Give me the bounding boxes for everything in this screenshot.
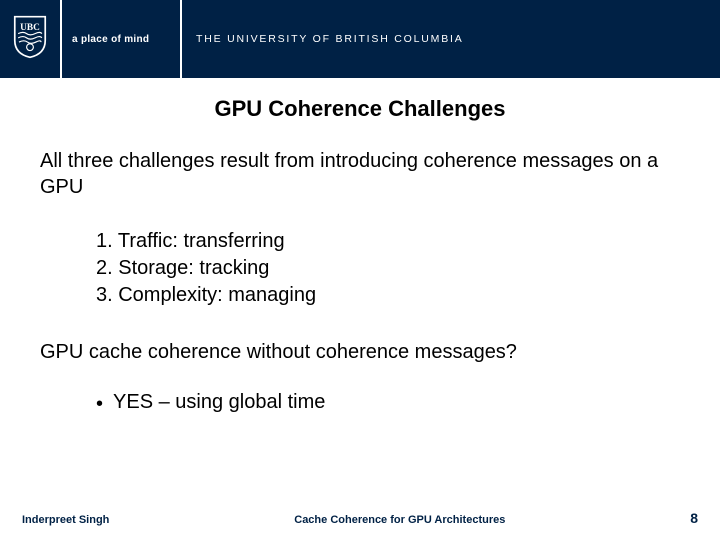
answer-text: YES – using global time xyxy=(113,391,325,414)
tagline-text: a place of mind xyxy=(72,34,149,45)
svg-text:UBC: UBC xyxy=(20,23,40,33)
footer-subject: Cache Coherence for GPU Architectures xyxy=(109,514,690,526)
list-item: 2. Storage: tracking xyxy=(96,255,680,282)
footer: Inderpreet Singh Cache Coherence for GPU… xyxy=(0,510,720,526)
intro-text: All three challenges result from introdu… xyxy=(40,148,680,200)
answer-bullet-row: • YES – using global time xyxy=(96,391,680,417)
ubc-crest-icon: UBC xyxy=(13,15,47,64)
slide: UBC a place of mind THE UNIVERSITY OF BR… xyxy=(0,0,720,540)
university-name: THE UNIVERSITY OF BRITISH COLUMBIA xyxy=(196,33,464,45)
bullet-icon: • xyxy=(96,391,103,417)
slide-title: GPU Coherence Challenges xyxy=(40,96,680,122)
answer-block: • YES – using global time xyxy=(96,391,680,417)
numbered-list: 1. Traffic: transferring 2. Storage: tra… xyxy=(96,228,680,309)
footer-page-number: 8 xyxy=(690,510,698,526)
footer-author: Inderpreet Singh xyxy=(22,514,109,526)
slide-body: GPU Coherence Challenges All three chall… xyxy=(0,78,720,540)
list-item: 3. Complexity: managing xyxy=(96,282,680,309)
question-text: GPU cache coherence without coherence me… xyxy=(40,339,680,365)
tagline-cell: a place of mind xyxy=(62,0,182,78)
ubc-crest-cell: UBC xyxy=(0,0,62,78)
university-name-cell: THE UNIVERSITY OF BRITISH COLUMBIA xyxy=(182,0,720,78)
header-bar: UBC a place of mind THE UNIVERSITY OF BR… xyxy=(0,0,720,78)
list-item: 1. Traffic: transferring xyxy=(96,228,680,255)
